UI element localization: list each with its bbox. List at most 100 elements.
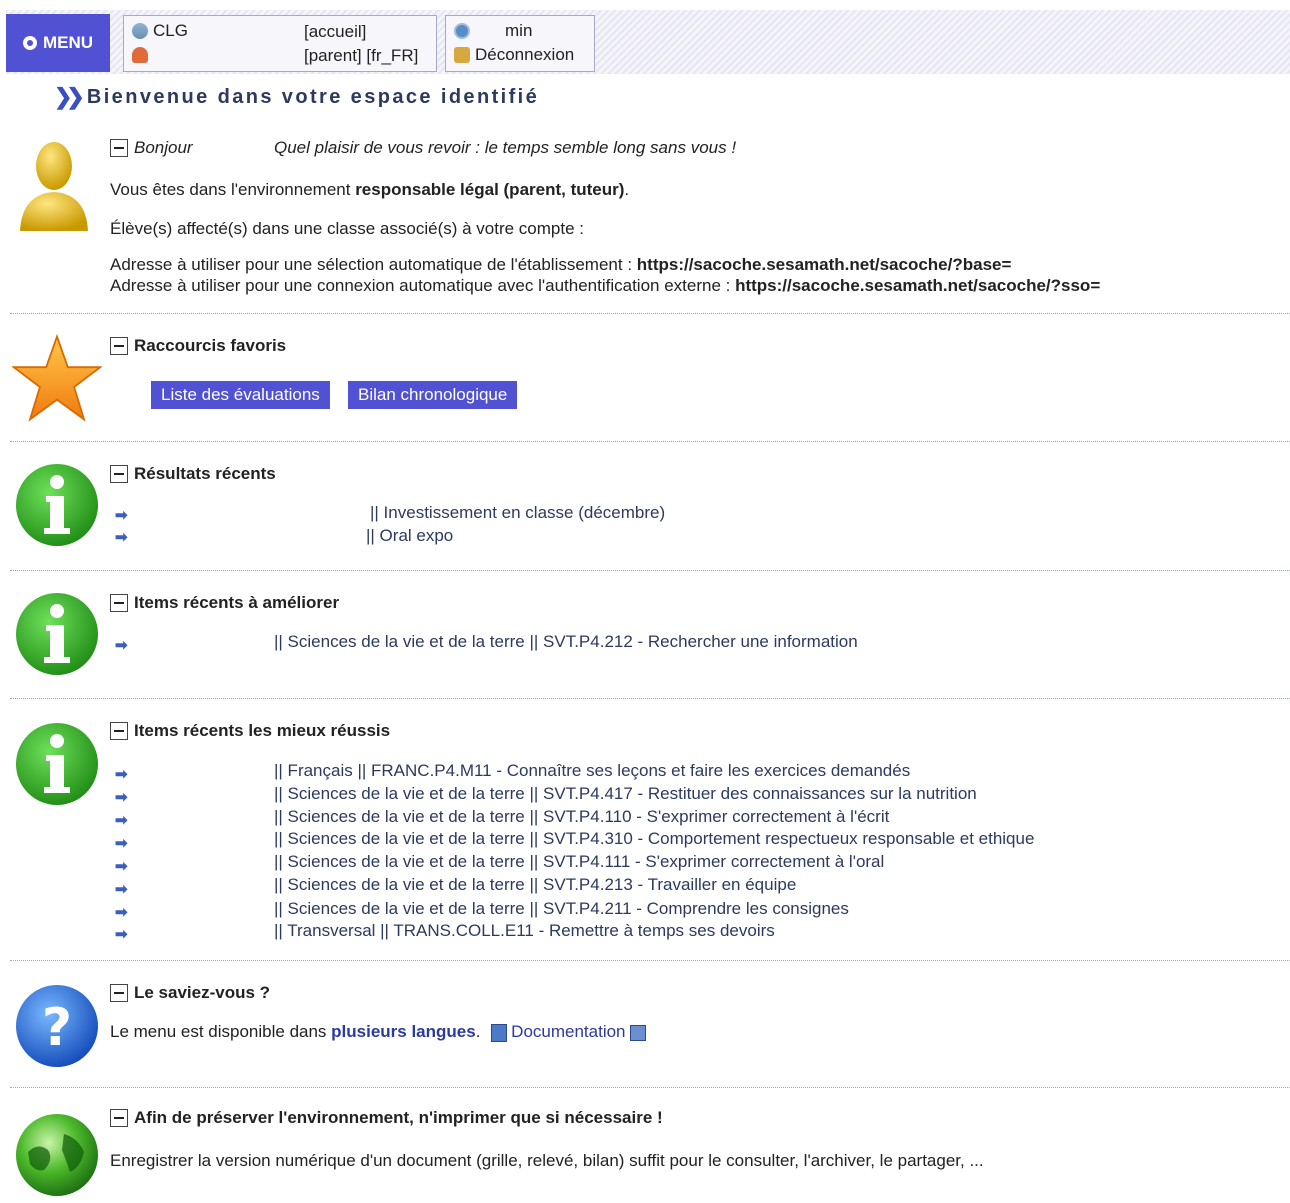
arrow-right-icon: ➡ [115,529,128,546]
welcome-heading: ❯❯ Bienvenue dans votre espace identifié [54,84,539,110]
items-to-improve-title: Items récents à améliorer [134,593,340,612]
best-item[interactable]: || Sciences de la vie et de la terre || … [274,807,889,827]
svg-text:?: ? [42,998,72,1058]
collapse-toggle[interactable] [110,337,128,355]
external-link-icon [629,1024,646,1041]
logout-link[interactable]: Déconnexion [475,45,574,65]
env-role: responsable légal (parent, tuteur) [355,180,625,199]
session-info-box: CLG [accueil] [parent] [fr_FR] [123,15,437,72]
best-items-title-row: Items récents les mieux réussis [110,721,390,741]
addr2-url: https://sacoche.sesamath.net/sacoche/?ss… [735,276,1101,295]
env-prefix: Vous êtes dans l'environnement [110,180,356,199]
timer-logout-box: min Déconnexion [445,15,595,72]
recent-results-title-row: Résultats récents [110,464,276,484]
menu-button[interactable]: MENU [6,14,110,72]
recent-results-title: Résultats récents [134,464,276,483]
info-icon [16,464,98,546]
logout-row[interactable]: Déconnexion [454,44,574,66]
collapse-toggle[interactable] [110,594,128,612]
items-to-improve-section: Items récents à améliorer ➡ || Sciences … [0,577,1290,697]
timer-value: min [505,21,533,40]
best-item[interactable]: || Sciences de la vie et de la terre || … [274,784,977,804]
divider [10,1087,1290,1088]
arrow-right-icon: ➡ [115,789,128,806]
book-icon [491,1023,508,1042]
documentation-link[interactable]: Documentation [491,1022,646,1042]
school-icon [132,23,148,39]
documentation-label[interactable]: Documentation [511,1022,625,1041]
did-you-know-text: Le menu est disponible dans plusieurs la… [110,1022,646,1042]
address-line-1: Adresse à utiliser pour une sélection au… [110,255,1011,275]
improve-item[interactable]: || Sciences de la vie et de la terre || … [274,632,858,652]
arrow-right-icon: ➡ [115,835,128,852]
environment-title-row: Afin de préserver l'environnement, n'imp… [110,1108,663,1128]
user-row [132,44,148,66]
result-item[interactable]: || Oral expo [366,526,453,546]
evaluations-list-button[interactable]: Liste des évaluations [151,381,330,409]
best-items-title: Items récents les mieux réussis [134,721,391,740]
globe-icon [16,1114,98,1196]
collapse-toggle[interactable] [110,465,128,483]
divider [10,698,1290,699]
gear-icon [22,36,37,50]
divider [10,960,1290,961]
tip-prefix: Le menu est disponible dans [110,1022,332,1041]
bonjour-section: Bonjour Quel plaisir de vous revoir : le… [0,130,1290,310]
collapse-toggle[interactable] [110,139,128,157]
collapse-toggle[interactable] [110,722,128,740]
welcome-text: Bienvenue dans votre espace identifié [86,85,540,108]
env-suffix: . [624,180,630,199]
user-icon [132,47,148,63]
top-bar: MENU CLG [accueil] [parent] [fr_FR] min … [6,10,1290,74]
address-line-2: Adresse à utiliser pour une connexion au… [110,276,1100,296]
best-item[interactable]: || Sciences de la vie et de la terre || … [274,852,884,872]
best-item[interactable]: || Sciences de la vie et de la terre || … [274,899,849,919]
arrow-right-icon: ➡ [115,507,128,524]
best-item[interactable]: || Transversal || TRANS.COLL.E11 - Remet… [274,921,775,941]
info-icon [16,593,98,675]
addr2-label: Adresse à utiliser pour une connexion au… [110,276,736,295]
divider [10,570,1290,571]
environment-text: Enregistrer la version numérique d'un do… [110,1151,984,1170]
languages-link[interactable]: plusieurs langues [331,1022,476,1041]
question-icon: ? [16,985,98,1067]
favorites-title: Raccourcis favoris [134,336,287,355]
arrow-right-icon: ➡ [115,637,128,654]
best-item[interactable]: || Sciences de la vie et de la terre || … [274,829,1034,849]
best-item[interactable]: || Français || FRANC.P4.M11 - Connaître … [274,761,910,781]
double-chevron-icon: ❯❯ [54,84,85,109]
environment-section: Afin de préserver l'environnement, n'imp… [0,1094,1290,1203]
best-items-section: Items récents les mieux réussis ➡ || Fra… [0,705,1290,955]
chronological-report-button[interactable]: Bilan chronologique [348,381,518,409]
favorites-title-row: Raccourcis favoris [110,336,286,356]
best-item[interactable]: || Sciences de la vie et de la terre || … [274,875,796,895]
arrow-right-icon: ➡ [115,766,128,783]
star-icon [12,334,102,422]
items-to-improve-title-row: Items récents à améliorer [110,593,339,613]
school-name: CLG [153,21,188,40]
collapse-toggle[interactable] [110,984,128,1002]
user-avatar-icon [20,142,88,231]
favorites-section: Raccourcis favoris Liste des évaluations… [0,320,1290,440]
students-line: Élève(s) affecté(s) dans une classe asso… [110,219,584,238]
divider [10,313,1290,314]
recent-results-section: Résultats récents ➡ || Investissement en… [0,448,1290,568]
collapse-toggle[interactable] [110,1109,128,1127]
environment-line: Vous êtes dans l'environnement responsab… [110,180,629,200]
clock-icon [454,23,470,39]
lock-icon [454,47,470,63]
bonjour-title-row: Bonjour Quel plaisir de vous revoir : le… [110,138,736,158]
addr1-label: Adresse à utiliser pour une sélection au… [110,255,637,274]
result-item[interactable]: || Investissement en classe (décembre) [370,503,665,523]
did-you-know-title: Le saviez-vous ? [134,983,271,1002]
menu-label: MENU [42,33,94,52]
arrow-right-icon: ➡ [115,858,128,875]
tip-suffix: . [475,1022,481,1041]
did-you-know-section: ? Le saviez-vous ? Le menu est disponibl… [0,967,1290,1082]
environment-title: Afin de préserver l'environnement, n'imp… [134,1108,663,1127]
arrow-right-icon: ➡ [115,812,128,829]
addr1-url: https://sacoche.sesamath.net/sacoche/?ba… [636,255,1012,274]
arrow-right-icon: ➡ [115,926,128,943]
timer-row: min [454,20,532,42]
arrow-right-icon: ➡ [115,881,128,898]
